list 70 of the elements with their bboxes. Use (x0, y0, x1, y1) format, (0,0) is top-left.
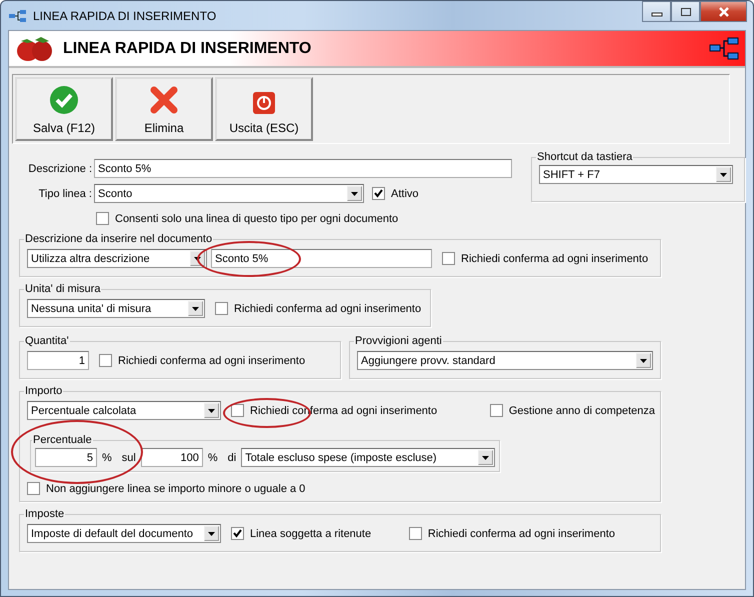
cross-icon (149, 85, 179, 115)
percentage-field[interactable]: 5 (35, 448, 97, 467)
quantity-field[interactable]: 1 (27, 351, 89, 370)
checkbox[interactable] (96, 212, 109, 225)
window-title: LINEA RAPIDA DI INSERIMENTO (33, 8, 216, 22)
checkbox-label: Attivo (391, 188, 419, 200)
checkbox-label: Richiedi conferma ad ogni inserimento (428, 528, 615, 540)
group-label: Shortcut da tastiera (536, 151, 634, 163)
power-icon (252, 91, 276, 115)
caret-icon (482, 456, 490, 460)
caret-icon (720, 172, 727, 176)
checkbox-label: Richiedi conferma ad ogni inserimento (118, 354, 306, 366)
group-label: Provvigioni agenti (354, 335, 443, 347)
field-label: di (226, 452, 238, 464)
group-label: Descrizione da inserire nel documento (24, 233, 214, 245)
field-label: Tipo linea : (38, 188, 93, 200)
shortcut-dropdown[interactable]: SHIFT + F7 (539, 165, 733, 184)
checkbox-label: Linea soggetta a ritenute (250, 528, 372, 540)
network-icon (9, 10, 27, 22)
checkbox-label: Gestione anno di competenza (508, 404, 655, 416)
checkbox-label: Richiedi conferma ad ogni inserimento (461, 252, 648, 264)
toolbar-button[interactable]: Elimina (115, 77, 213, 141)
close-icon (716, 6, 730, 16)
amount-mode-dropdown[interactable]: Percentuale calcolata (27, 401, 221, 420)
caret-icon (208, 408, 215, 412)
checkbox[interactable] (99, 354, 112, 367)
group-label: Percentuale (32, 434, 93, 446)
group-label: Importo (24, 385, 64, 397)
group-label: Quantita' (24, 335, 70, 347)
unit-label: % (101, 452, 113, 464)
base-field[interactable]: 100 (140, 448, 203, 467)
caret-icon (640, 358, 647, 362)
tax-dropdown[interactable]: Imposte di default del documento (27, 524, 221, 543)
checkbox[interactable] (442, 252, 455, 265)
close-button[interactable] (700, 1, 747, 22)
caret-icon (208, 532, 215, 536)
checkbox-label: Richiedi conferma ad ogni inserimento (234, 302, 422, 314)
toolbar-button[interactable]: Salva (F12) (15, 77, 113, 141)
maximize-icon (680, 6, 692, 16)
line-type-dropdown[interactable]: Sconto (94, 184, 364, 203)
description-field[interactable]: Sconto 5% (94, 159, 512, 178)
checkmark-icon (49, 85, 79, 115)
description-field[interactable]: Sconto 5% (211, 249, 432, 268)
checkbox[interactable] (231, 404, 244, 417)
caret-icon (351, 192, 358, 196)
commission-dropdown[interactable]: Aggiungere provv. standard (357, 351, 653, 370)
checkbox-label: Non aggiungere linea se importo minore o uguale a 0 (46, 482, 306, 494)
network-icon (709, 36, 739, 60)
checkbox[interactable] (231, 527, 244, 540)
caret-icon (192, 306, 199, 310)
unit-label: % (206, 452, 219, 464)
base-dropdown[interactable]: Totale escluso spese (imposte escluse) (241, 448, 496, 467)
checkbox[interactable] (27, 482, 40, 495)
toolbar-button[interactable]: Uscita (ESC) (215, 77, 313, 141)
field-label: sul (120, 452, 137, 464)
checkbox[interactable] (372, 187, 385, 200)
header-title: LINEA RAPIDA DI INSERIMENTO (63, 40, 312, 58)
checkbox[interactable] (215, 302, 228, 315)
checkbox-label: Consenti solo una linea di questo tipo per ogni documento (115, 212, 398, 224)
field-label: Descrizione : (27, 162, 93, 174)
description-mode-dropdown[interactable]: Utilizza altra descrizione (27, 249, 207, 268)
checkbox[interactable] (408, 527, 422, 540)
checkbox[interactable] (490, 404, 503, 417)
caret-icon (194, 256, 201, 260)
unit-dropdown[interactable]: Nessuna unita' di misura (27, 299, 205, 318)
group-label: Imposte (24, 508, 66, 520)
maximize-button[interactable] (671, 1, 700, 22)
group-label: Unita' di misura (24, 283, 102, 295)
minimize-button[interactable] (642, 1, 671, 22)
strawberry-icon (15, 34, 55, 62)
